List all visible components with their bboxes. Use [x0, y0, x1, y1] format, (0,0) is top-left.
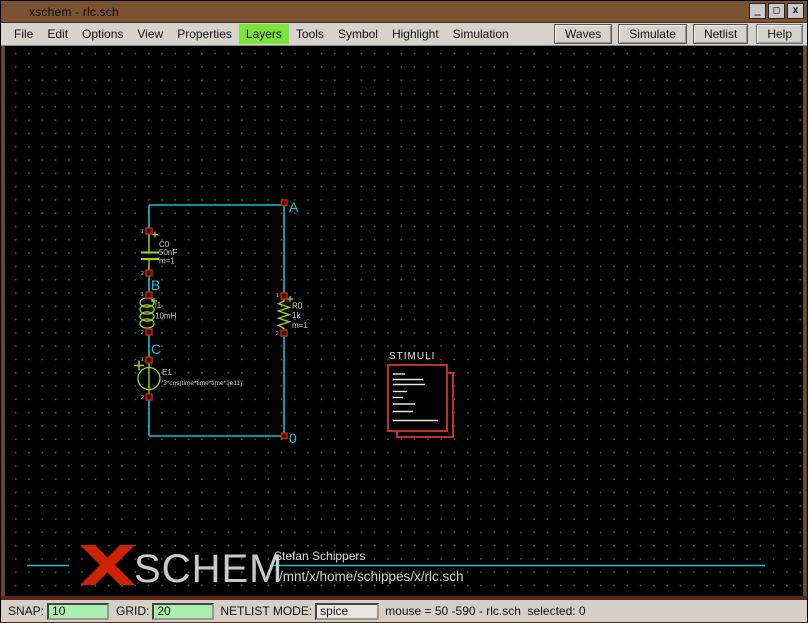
- menu-edit[interactable]: Edit: [40, 24, 75, 44]
- mouse-status-text: mouse = 50 -590 - rlc.sch selected: 0: [385, 604, 585, 618]
- netlist-button[interactable]: Netlist: [693, 24, 748, 44]
- pin-number: 2: [141, 330, 144, 336]
- filepath-text: /mnt/x/home/schippes/x/rlc.sch: [279, 569, 464, 584]
- menu-file[interactable]: File: [7, 24, 40, 44]
- pin-marker: [146, 329, 152, 335]
- pin-marker: [146, 394, 152, 400]
- net-label-c[interactable]: C: [151, 341, 161, 357]
- net-label-b[interactable]: B: [151, 277, 160, 293]
- window-controls: _ □ x: [749, 3, 804, 19]
- minimize-button[interactable]: _: [749, 3, 766, 19]
- menubar: File Edit Options View Properties Layers…: [1, 23, 807, 46]
- waves-button[interactable]: Waves: [554, 24, 612, 44]
- component-name: l1: [155, 301, 162, 310]
- pin-marker: [146, 228, 152, 234]
- xschem-logo-x-icon: [80, 545, 135, 585]
- netlist-mode-input[interactable]: [315, 603, 379, 620]
- plus-polarity-icon: [152, 232, 158, 238]
- stimuli-block[interactable]: STIMULI: [388, 351, 453, 437]
- component-value: 10mH: [155, 312, 177, 321]
- net-wires[interactable]: [149, 205, 284, 436]
- statusbar: SNAP: GRID: NETLIST MODE: mouse = 50 -59…: [1, 600, 807, 622]
- resistor-r0[interactable]: 1 2 R0 1k m=1: [276, 293, 308, 337]
- netlist-mode-label: NETLIST MODE:: [220, 604, 312, 618]
- close-button[interactable]: x: [787, 3, 804, 19]
- component-value: '3*cos(time*time*time*1e11)': [162, 380, 243, 387]
- net-label-a[interactable]: A: [289, 199, 299, 215]
- menu-layers[interactable]: Layers: [239, 24, 289, 44]
- component-name: E1: [162, 368, 172, 377]
- maximize-button[interactable]: □: [768, 3, 785, 19]
- simulate-button[interactable]: Simulate: [618, 24, 687, 44]
- grid-label: GRID:: [116, 604, 149, 618]
- pin-marker: [282, 200, 288, 206]
- pin-number: 1: [141, 229, 144, 235]
- pin-number: 2: [141, 395, 144, 401]
- menu-properties[interactable]: Properties: [170, 24, 239, 44]
- schematic-canvas[interactable]: 1 2 C0 50nF m=1 1: [1, 46, 807, 596]
- pin-marker: [282, 433, 288, 439]
- xschem-logo-text: SCHEM: [134, 547, 283, 591]
- author-text: Stefan Schippers: [274, 549, 365, 563]
- vsource-symbol: [134, 361, 160, 396]
- menu-symbol[interactable]: Symbol: [331, 24, 385, 44]
- footer: SCHEM Stefan Schippers /mnt/x/home/schip…: [27, 545, 765, 591]
- component-value: 1k: [292, 311, 301, 320]
- window-title: xschem - rlc.sch: [1, 5, 119, 19]
- titlebar[interactable]: xschem - rlc.sch _ □ x: [1, 1, 807, 23]
- net-label-gnd[interactable]: 0: [289, 430, 297, 446]
- grid-input[interactable]: [152, 603, 214, 620]
- pin-number: 1: [141, 292, 144, 298]
- stimuli-label: STIMULI: [389, 351, 435, 362]
- pin-number: 2: [276, 331, 279, 337]
- snap-label: SNAP:: [8, 604, 44, 618]
- capacitor-c0[interactable]: 1 2 C0 50nF m=1: [141, 228, 177, 277]
- component-mult: m=1: [292, 321, 308, 330]
- menu-options[interactable]: Options: [75, 24, 130, 44]
- component-name: R0: [292, 302, 303, 311]
- pin-marker: [146, 270, 152, 276]
- inductor-l1[interactable]: 1 2 l1 10mH: [140, 292, 177, 336]
- pin-marker: [146, 357, 152, 363]
- snap-input[interactable]: [47, 603, 109, 620]
- component-mult: m=1: [159, 257, 175, 266]
- menu-tools[interactable]: Tools: [289, 24, 331, 44]
- menu-highlight[interactable]: Highlight: [385, 24, 446, 44]
- pin-marker: [281, 330, 287, 336]
- menu-simulation[interactable]: Simulation: [446, 24, 516, 44]
- pin-number: 1: [276, 293, 279, 299]
- vsource-e1[interactable]: 1 2 E1 '3*cos(time*time*time*1e11)': [134, 357, 243, 401]
- capacitor-symbol: [141, 232, 159, 273]
- menu-view[interactable]: View: [130, 24, 170, 44]
- help-button[interactable]: Help: [756, 24, 803, 44]
- schematic-drawing: 1 2 C0 50nF m=1 1: [5, 46, 805, 596]
- resistor-symbol: [279, 296, 294, 332]
- xschem-window: xschem - rlc.sch _ □ x File Edit Options…: [0, 0, 808, 623]
- net-labels: A B C 0: [151, 199, 299, 446]
- pin-number: 2: [141, 271, 144, 277]
- pin-number: 1: [141, 357, 144, 363]
- pin-marker: [281, 293, 287, 299]
